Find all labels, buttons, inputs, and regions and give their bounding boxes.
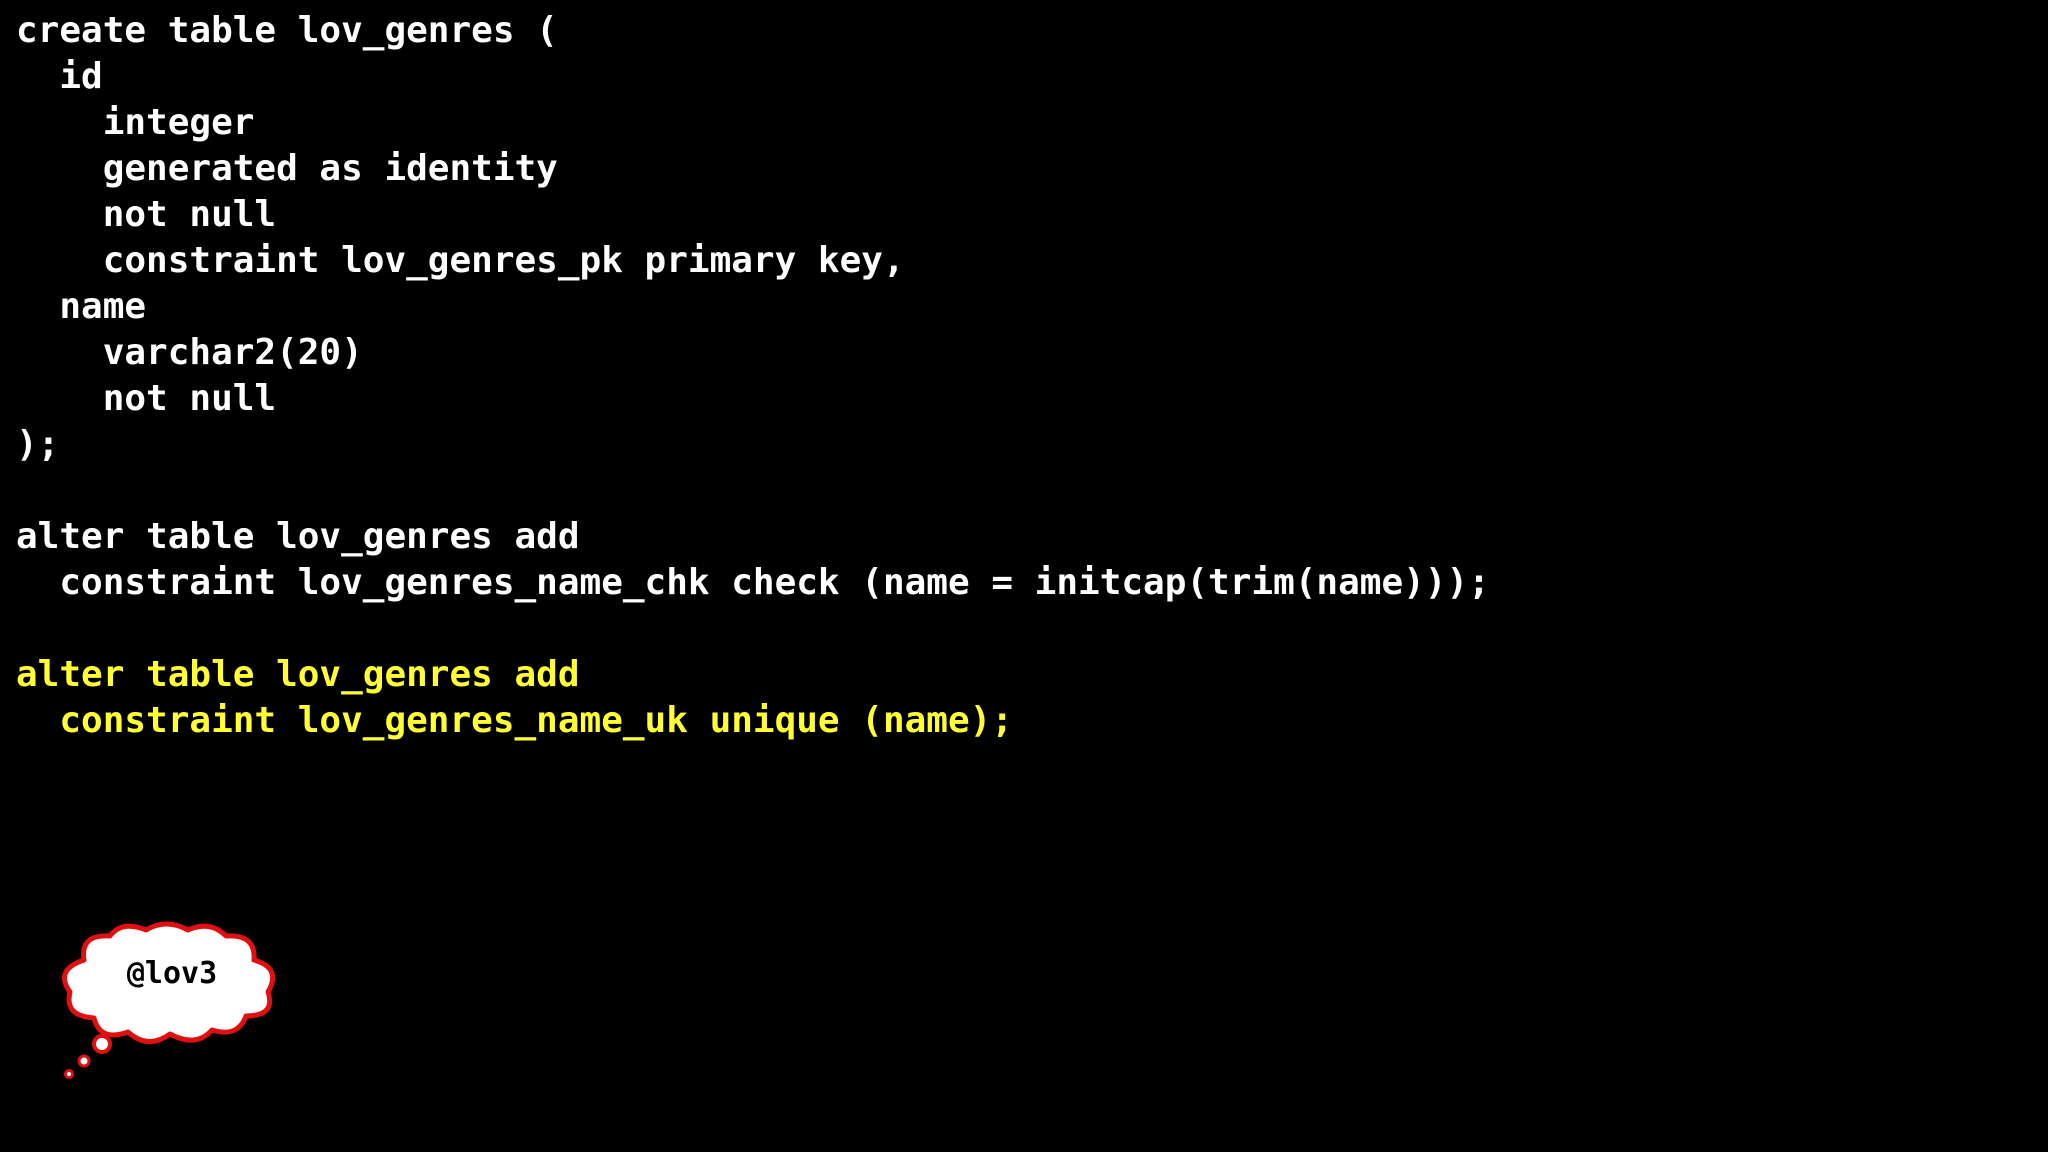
code-line: constraint lov_genres_name_chk check (na… <box>16 562 1490 603</box>
code-line: varchar2(20) <box>16 332 363 373</box>
code-line-highlighted: alter table lov_genres add <box>16 654 580 695</box>
slide: create table lov_genres ( id integer gen… <box>0 0 2048 1152</box>
code-line-highlighted: constraint lov_genres_name_uk unique (na… <box>16 700 1013 741</box>
thought-bubble-icon <box>61 921 276 1079</box>
code-line: name <box>16 286 147 327</box>
thought-bubble: @lov3 <box>50 920 290 1090</box>
code-line: alter table lov_genres add <box>16 516 580 557</box>
sql-code-block: create table lov_genres ( id integer gen… <box>16 8 1490 744</box>
bubble-handle-text: @lov3 <box>126 956 218 991</box>
code-line: create table lov_genres ( <box>16 10 558 51</box>
code-line: not null <box>16 378 277 419</box>
code-line: integer <box>16 102 255 143</box>
code-line: id <box>16 56 103 97</box>
code-line: not null <box>16 194 277 235</box>
code-line: generated as identity <box>16 148 558 189</box>
code-line: constraint lov_genres_pk primary key, <box>16 240 905 281</box>
code-line: ); <box>16 424 60 465</box>
